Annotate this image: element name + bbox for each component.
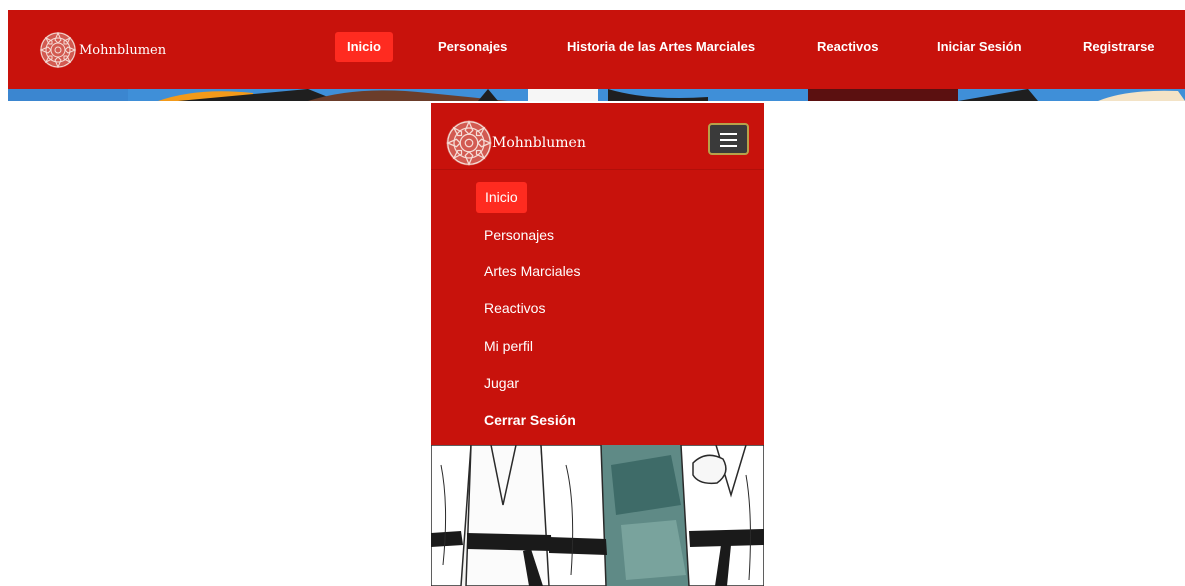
mobile-nav-link-inicio[interactable]: Inicio [476,182,527,213]
hero-image-strip [8,89,1185,101]
mobile-brand[interactable]: Mohnblumen [444,118,586,168]
nav-link-reactivos[interactable]: Reactivos [817,32,878,62]
mobile-brand-name: Mohnblumen [492,135,586,151]
nav-link-registrarse[interactable]: Registrarse [1083,32,1155,62]
hero-illustration [8,89,1185,101]
mobile-nav-link-artes-marciales[interactable]: Artes Marciales [484,263,580,279]
mobile-nav-link-jugar[interactable]: Jugar [484,375,519,391]
mobile-nav-link-mi-perfil[interactable]: Mi perfil [484,338,533,354]
nav-link-inicio[interactable]: Inicio [335,32,393,62]
martial-arts-illustration [431,445,764,586]
brand-name: Mohnblumen [79,42,167,58]
nav-link-iniciar-sesion[interactable]: Iniciar Sesión [937,32,1022,62]
nav-link-historia[interactable]: Historia de las Artes Marciales [567,32,755,62]
hamburger-menu-button[interactable] [708,123,749,155]
desktop-navbar: Mohnblumen Inicio Personajes Historia de… [8,10,1185,89]
hamburger-icon [720,133,737,135]
mandala-logo-icon [446,120,492,166]
mobile-nav-link-personajes[interactable]: Personajes [484,227,554,243]
mobile-view: Mohnblumen Inicio Personajes Artes Marci… [431,103,764,586]
desktop-view: Mohnblumen Inicio Personajes Historia de… [8,10,1185,101]
brand[interactable]: Mohnblumen [38,30,166,70]
mandala-logo-icon [39,31,77,69]
mobile-navbar: Mohnblumen Inicio Personajes Artes Marci… [431,103,764,445]
mobile-nav-link-reactivos[interactable]: Reactivos [484,300,545,316]
navbar-divider [431,169,764,170]
nav-link-personajes[interactable]: Personajes [438,32,507,62]
mobile-nav-link-cerrar-sesion[interactable]: Cerrar Sesión [484,412,576,428]
